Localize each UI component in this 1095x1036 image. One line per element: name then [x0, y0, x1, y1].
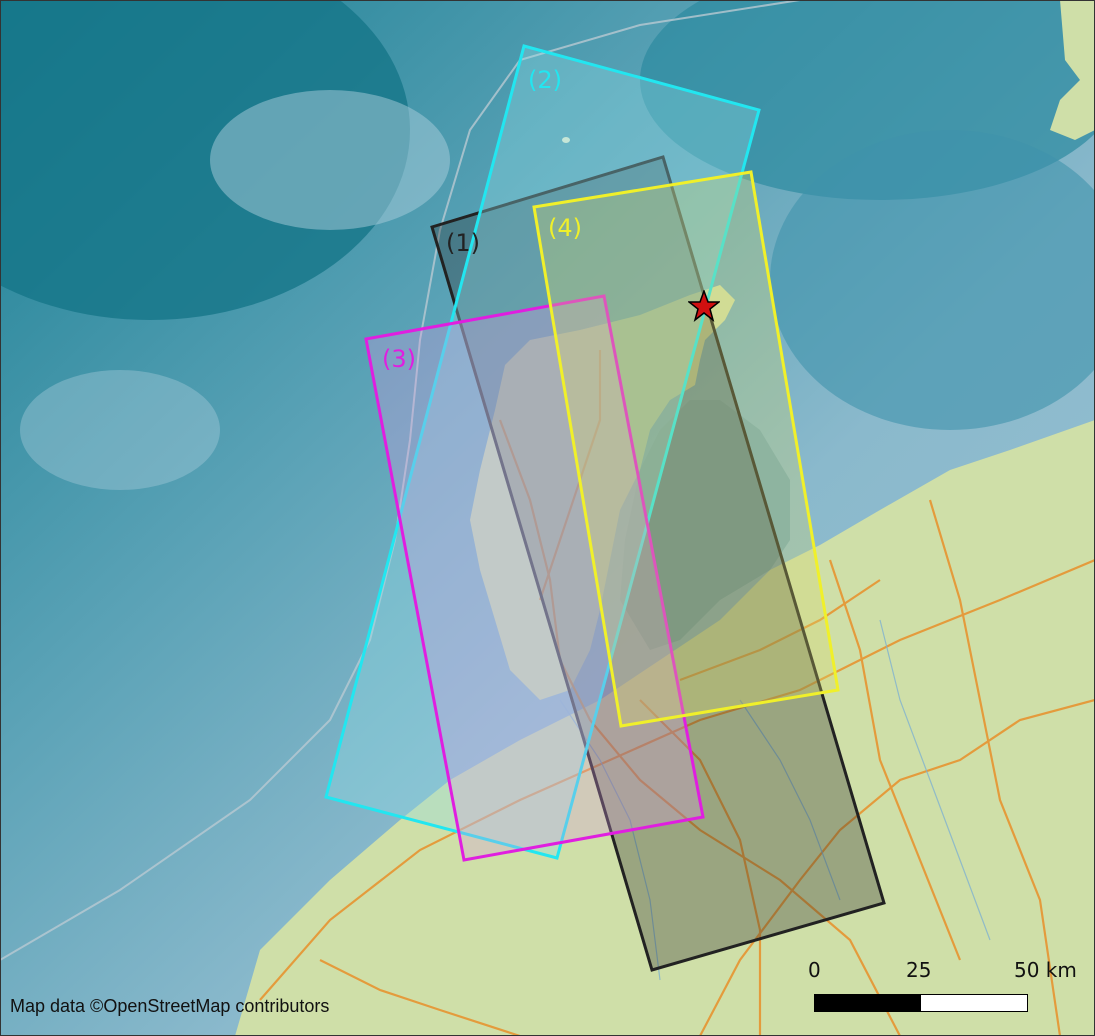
shallow-sea-area [210, 90, 450, 230]
footprint-1-label: (1) [446, 229, 480, 257]
scale-tick-50: 50 km [1014, 958, 1077, 982]
footprint-3-label: (3) [382, 345, 416, 373]
footprint-4-label: (4) [548, 214, 582, 242]
scale-bar-segment [921, 995, 1027, 1011]
shallow-sea-area [20, 370, 220, 490]
scale-bar-segment [815, 995, 921, 1011]
map-view[interactable]: (1) (2) (3) (4) 0 25 50 km Map data ©Ope… [0, 0, 1095, 1036]
footprint-2-label: (2) [528, 66, 562, 94]
scale-bar [814, 994, 1028, 1012]
scale-tick-25: 25 [906, 958, 932, 982]
basemap [0, 0, 1095, 1036]
map-attribution: Map data ©OpenStreetMap contributors [10, 996, 330, 1016]
scale-tick-0: 0 [808, 958, 821, 982]
star-icon[interactable] [688, 290, 720, 322]
